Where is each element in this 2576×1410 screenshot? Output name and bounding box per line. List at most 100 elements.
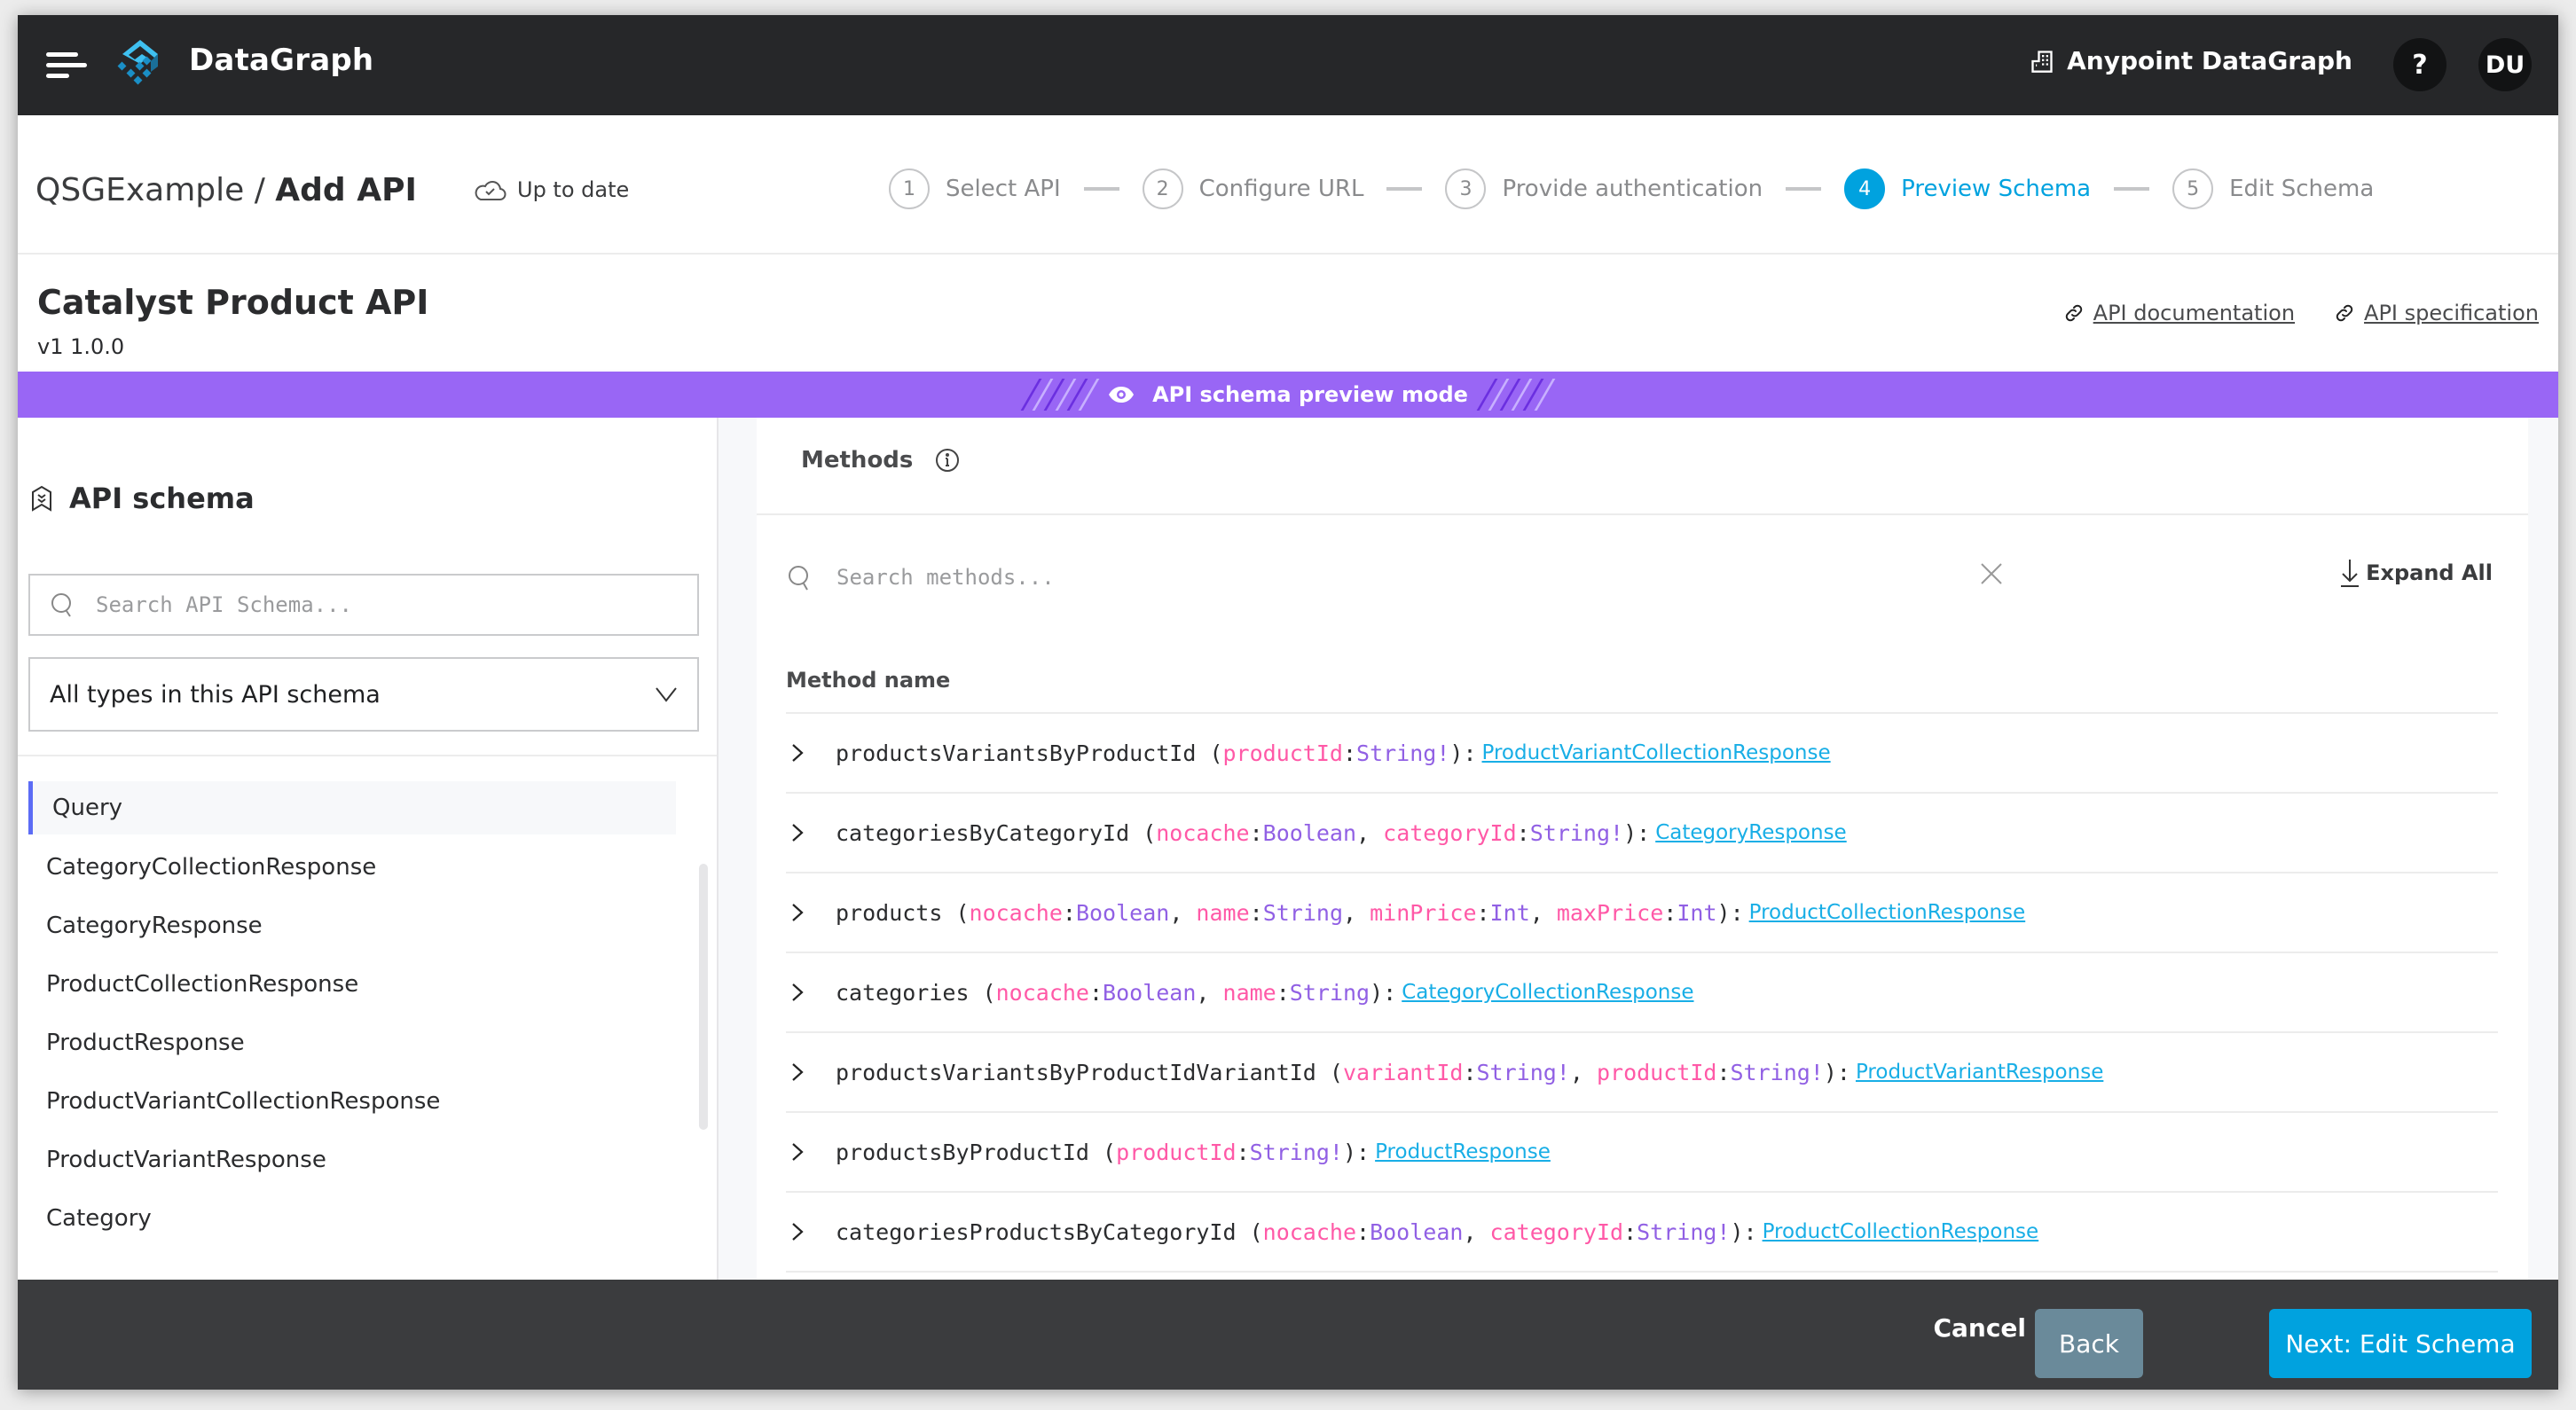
punctuation: , xyxy=(1196,979,1223,1006)
punctuation: ( xyxy=(1236,1218,1263,1245)
schema-search-input[interactable] xyxy=(96,592,614,617)
param-type: Int xyxy=(1677,899,1717,926)
api-specification-link[interactable]: API specification xyxy=(2334,301,2539,325)
step-select-api[interactable]: 1 Select API xyxy=(889,168,1061,209)
schema-search-field[interactable] xyxy=(28,574,699,636)
punctuation: , xyxy=(1463,1218,1490,1245)
page-header: QSGExample / Add API Up to date 1 Select… xyxy=(18,115,2558,255)
schema-type-item[interactable]: CategoryCollectionResponse xyxy=(28,838,676,897)
cancel-button[interactable]: Cancel xyxy=(1933,1313,2026,1343)
methods-panel: Methods Expand All xyxy=(757,418,2528,1280)
api-documentation-link[interactable]: API documentation xyxy=(2063,301,2295,325)
punctuation: : xyxy=(1236,1139,1250,1165)
link-label: API specification xyxy=(2364,301,2539,325)
divider xyxy=(18,755,717,756)
org-switcher[interactable]: Anypoint DataGraph xyxy=(2030,46,2352,75)
chevron-right-icon[interactable] xyxy=(786,1142,836,1162)
return-type-link[interactable]: ProductVariantResponse xyxy=(1856,1061,2103,1084)
method-name: products xyxy=(836,899,943,926)
cloud-check-icon xyxy=(475,181,507,200)
methods-search-field[interactable] xyxy=(787,551,2055,604)
return-type-link[interactable]: CategoryCollectionResponse xyxy=(1402,981,1693,1004)
decorative-slashes xyxy=(1476,379,1556,411)
chevron-right-icon[interactable] xyxy=(786,1222,836,1242)
help-button[interactable]: ? xyxy=(2393,38,2446,91)
method-name: productsVariantsByProductIdVariantId xyxy=(836,1059,1316,1085)
return-type-link[interactable]: ProductCollectionResponse xyxy=(1749,901,2026,924)
method-row[interactable]: categories (nocache: Boolean, name: String… xyxy=(786,953,2498,1033)
method-name: productsByProductId xyxy=(836,1139,1089,1165)
column-header-method-name: Method name xyxy=(786,668,951,693)
schema-type-item[interactable]: CategoryResponse xyxy=(28,897,676,955)
api-title: Catalyst Product API xyxy=(37,283,429,322)
param-type: String! xyxy=(1529,819,1624,846)
method-row[interactable]: products (nocache: Boolean, name: String, … xyxy=(786,873,2498,953)
param-name: productId xyxy=(1222,740,1343,766)
schema-type-item[interactable]: Category xyxy=(28,1189,676,1248)
step-configure-url[interactable]: 2 Configure URL xyxy=(1142,168,1363,209)
param-type: Boolean xyxy=(1370,1218,1464,1245)
param-type: String! xyxy=(1637,1218,1731,1245)
param-type: String! xyxy=(1476,1059,1570,1085)
chevron-right-icon[interactable] xyxy=(786,1062,836,1082)
punctuation: : xyxy=(1249,819,1263,846)
param-name: nocache xyxy=(969,899,1063,926)
info-icon[interactable] xyxy=(934,447,961,474)
banner-text: API schema preview mode xyxy=(1152,382,1468,407)
punctuation: ( xyxy=(1196,740,1223,766)
punctuation: ): xyxy=(1449,740,1477,766)
step-label: Preview Schema xyxy=(1901,176,2092,202)
return-type-link[interactable]: CategoryResponse xyxy=(1655,821,1847,844)
expand-all-button[interactable]: Expand All xyxy=(2337,558,2493,588)
punctuation: , xyxy=(1169,899,1197,926)
step-preview-schema[interactable]: 4 Preview Schema xyxy=(1844,168,2091,209)
schema-type-item[interactable]: ProductVariantResponse xyxy=(28,1131,676,1189)
wizard-footer: Cancel Back Next: Edit Schema xyxy=(18,1280,2558,1390)
step-number: 3 xyxy=(1445,168,1487,209)
step-edit-schema[interactable]: 5 Edit Schema xyxy=(2172,168,2374,209)
step-number: 4 xyxy=(1844,168,1886,209)
methods-header: Methods xyxy=(757,418,2528,515)
expand-all-label: Expand All xyxy=(2366,560,2493,585)
schema-type-item[interactable]: ProductResponse xyxy=(28,1014,676,1072)
top-navigation-bar: DataGraph Anypoint DataGraph ? DU xyxy=(18,15,2558,115)
return-type-link[interactable]: ProductResponse xyxy=(1375,1140,1551,1163)
method-row[interactable]: categoriesProductsByCategoryId (nocache:… xyxy=(786,1193,2498,1273)
next-edit-schema-button[interactable]: Next: Edit Schema xyxy=(2269,1309,2532,1378)
method-name: categoriesByCategoryId xyxy=(836,819,1130,846)
chevron-right-icon[interactable] xyxy=(786,743,836,763)
methods-list: productsVariantsByProductId (productId: S… xyxy=(786,712,2498,1273)
step-provide-authentication[interactable]: 3 Provide authentication xyxy=(1445,168,1763,209)
methods-search-input[interactable] xyxy=(836,565,1851,590)
breadcrumb-parent[interactable]: QSGExample / xyxy=(35,172,265,208)
user-avatar[interactable]: DU xyxy=(2478,38,2532,91)
schema-type-item[interactable]: ProductVariantCollectionResponse xyxy=(28,1072,676,1131)
return-type-link[interactable]: ProductCollectionResponse xyxy=(1763,1220,2039,1243)
method-row[interactable]: productsByProductId (productId: String!):… xyxy=(786,1113,2498,1193)
schema-type-item[interactable]: Query xyxy=(28,781,676,834)
method-row[interactable]: productsVariantsByProductId (productId: S… xyxy=(786,714,2498,794)
clear-search-icon[interactable] xyxy=(1980,562,2003,585)
sidebar-scrollbar[interactable] xyxy=(699,864,708,1130)
search-icon xyxy=(789,566,808,591)
link-icon xyxy=(2336,304,2353,322)
return-type-link[interactable]: ProductVariantCollectionResponse xyxy=(1482,741,1831,764)
method-name: categoriesProductsByCategoryId xyxy=(836,1218,1237,1245)
param-name: nocache xyxy=(1156,819,1250,846)
chevron-right-icon[interactable] xyxy=(786,823,836,842)
back-button[interactable]: Back xyxy=(2035,1309,2143,1378)
punctuation: ( xyxy=(1129,819,1157,846)
method-row[interactable]: productsVariantsByProductIdVariantId (va… xyxy=(786,1033,2498,1113)
type-filter-select[interactable]: All types in this API schema xyxy=(28,657,699,732)
method-row[interactable]: categoriesByCategoryId (nocache: Boolean,… xyxy=(786,794,2498,873)
schema-type-item[interactable]: ProductCollectionResponse xyxy=(28,955,676,1014)
punctuation: ): xyxy=(1823,1059,1850,1085)
param-type: String! xyxy=(1356,740,1450,766)
chevron-right-icon[interactable] xyxy=(786,983,836,1002)
hamburger-menu-icon[interactable] xyxy=(46,47,87,82)
preview-mode-banner: API schema preview mode xyxy=(18,372,2558,418)
param-type: String xyxy=(1289,979,1370,1006)
punctuation: , xyxy=(1529,899,1557,926)
chevron-right-icon[interactable] xyxy=(786,903,836,922)
punctuation: : xyxy=(1249,899,1263,926)
